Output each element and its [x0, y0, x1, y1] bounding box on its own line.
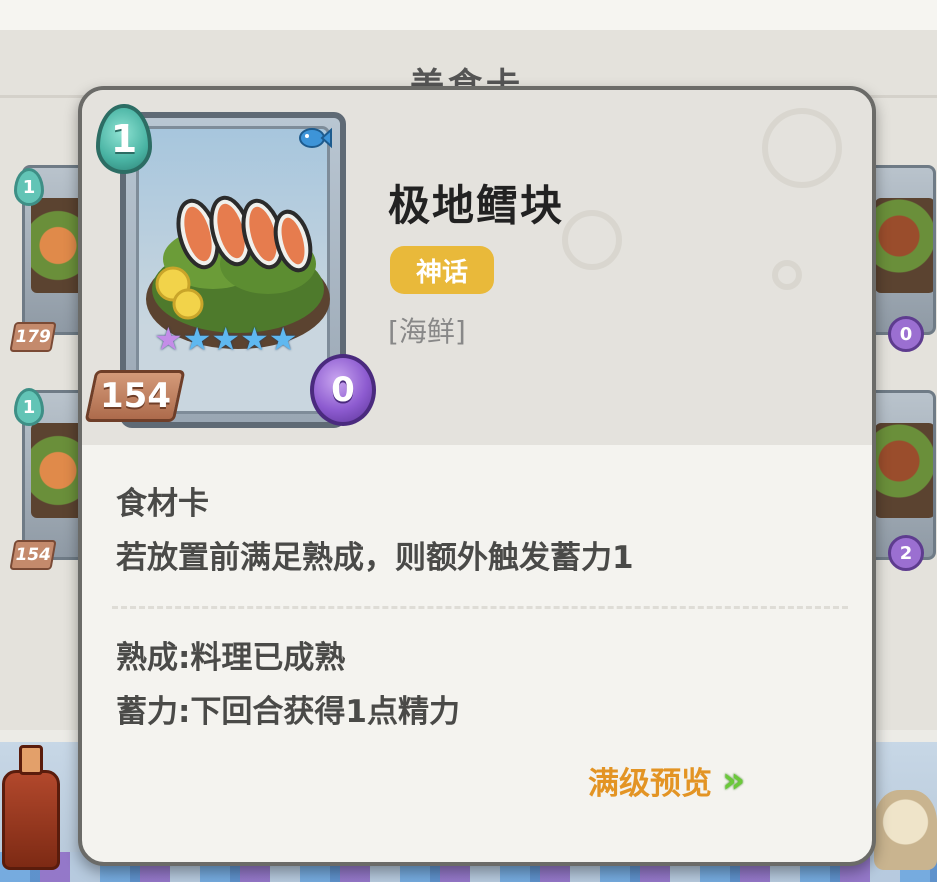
- decor-swirl: [562, 210, 622, 270]
- side-card-art: [875, 198, 933, 293]
- card-value-badge: 154: [84, 370, 186, 422]
- max-level-preview-button[interactable]: 满级预览 »: [588, 758, 746, 803]
- card-value-text: 154: [99, 376, 171, 416]
- star-icon-blue: ★: [182, 320, 212, 358]
- card-name: 极地鳕块: [388, 181, 565, 230]
- fish-icon: [299, 127, 332, 149]
- star-icon-blue: ★: [211, 320, 241, 358]
- side-card-value-badge: 154: [9, 540, 57, 570]
- side-card-art: [875, 423, 933, 518]
- card-type: 食材卡: [116, 486, 209, 522]
- decor-swirl: [762, 108, 842, 188]
- side-card-value-badge: 179: [9, 322, 57, 352]
- section-divider: [112, 606, 848, 609]
- side-card-cost-badge: 1: [14, 388, 44, 426]
- star-icon-purple: ★: [154, 320, 183, 358]
- star-icon-blue: ★: [268, 320, 298, 358]
- max-level-preview-label: 满级预览: [588, 766, 712, 802]
- category-tag: [海鲜]: [388, 315, 466, 348]
- bottle-neck: [19, 745, 43, 775]
- decor-swirl: [772, 260, 802, 290]
- double-chevron-right-icon: »: [722, 760, 746, 801]
- card-star-rating: ★ ★ ★ ★ ★: [154, 322, 297, 356]
- pot-item[interactable]: [874, 790, 937, 870]
- card-effect-text: 若放置前满足熟成，则额外触发蓄力1: [116, 540, 634, 576]
- keyword-description: 蓄力:下回合获得1点精力: [116, 694, 460, 730]
- background-top: [0, 0, 937, 30]
- card-energy-orb: 0: [310, 354, 376, 426]
- card-detail-tooltip: 1 ★ ★ ★ ★ ★ 154 0 极地鳕块 神话 [海鲜] 食材卡 若放置前满…: [78, 86, 876, 866]
- keyword-description: 熟成:料理已成熟: [116, 640, 346, 676]
- side-card-energy-orb: 2: [888, 535, 924, 571]
- card-category-icon: [298, 124, 332, 160]
- side-card-cost-badge: 1: [14, 168, 44, 206]
- side-card-energy-orb: 0: [888, 316, 924, 352]
- star-icon-blue: ★: [240, 320, 269, 358]
- bottle-item[interactable]: [2, 745, 60, 870]
- side-card-right-top[interactable]: [866, 165, 936, 335]
- rarity-badge: 神话: [390, 246, 494, 294]
